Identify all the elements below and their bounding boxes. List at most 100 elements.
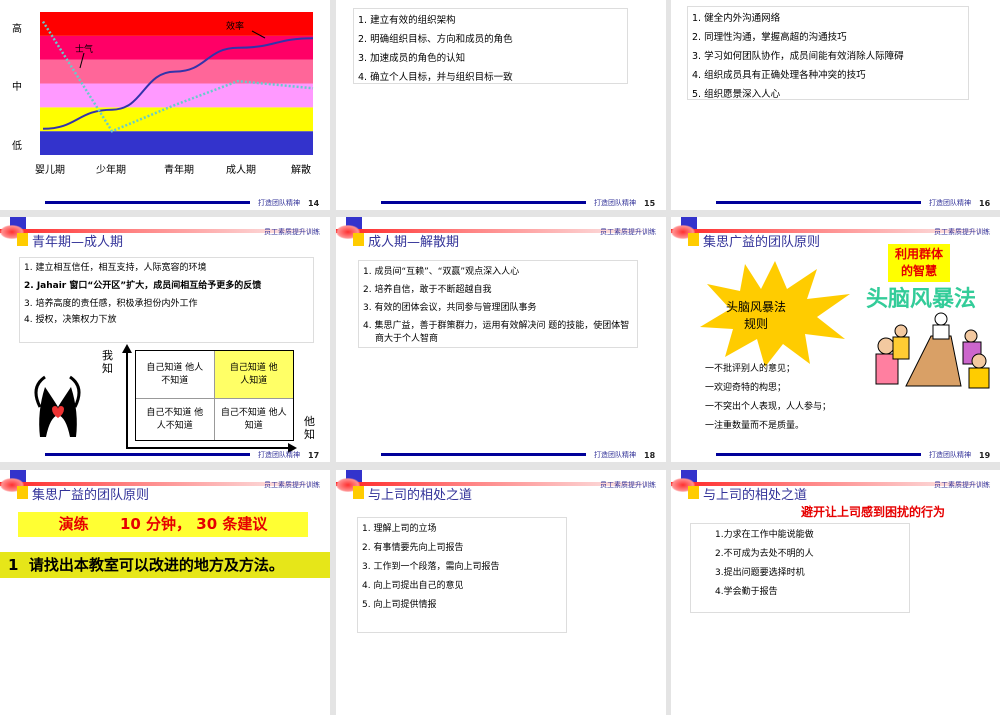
x-tick: 成人期 [226,165,256,176]
slide-20[interactable]: 集思广益的团队原则 员工素质提升训练 演练 10 分钟， 30 条建议 1 请找… [0,470,330,715]
slide-16[interactable]: 1. 健全内外沟通网络 2. 同理性沟通，掌握高超的沟通技巧 3. 学习如何团队… [671,0,1000,210]
header-decoration [353,486,364,499]
slide-number: 16 [979,199,991,208]
y-tick: 高 [12,24,22,35]
x-tick: 青年期 [164,165,194,176]
slide-15[interactable]: 1. 建立有效的组织架构 2. 明确组织目标、方向和成员的角色 3. 加速成员的… [336,0,666,210]
y-tick: 低 [12,141,22,152]
header-decoration [353,233,364,246]
footer-text: 打造团队精神 [594,451,636,459]
chart-band [40,131,313,155]
footer-line [45,453,250,456]
matrix-cell-highlight: 自己知道 他人知道 [214,351,293,399]
slide-19[interactable]: 集思广益的团队原则 员工素质提升训练 头脑风暴法 规则 利用群体 的智慧 头脑风… [671,217,1000,462]
footer-line [45,201,250,204]
header-caption: 员工素质提升训练 [934,481,990,489]
matrix-cell: 自己不知道 他人不知道 [136,399,215,440]
slide-18[interactable]: 成人期—解散期 员工素质提升训练 1. 成员间“互赖”、“双赢”观点深入人心 2… [336,217,666,462]
slide-title: 集思广益的团队原则 [703,235,821,250]
meeting-illustration-icon [875,312,990,389]
header-caption: 员工素质提升训练 [934,228,990,236]
footer-text: 打造团队精神 [929,451,971,459]
list-item: 2. 同理性沟通，掌握高超的沟通技巧 [692,32,847,43]
list-item: 3. 学习如何团队协作，成员间能有效消除人际障碍 [692,51,904,62]
list-item: 4. 集思广益，善于群策群力，运用有效解决问 题的技能，使团体智商大于个人智商 [363,321,630,344]
content-box: 1. 建立有效的组织架构 2. 明确组织目标、方向和成员的角色 3. 加速成员的… [353,8,628,84]
x-tick: 婴儿期 [35,165,65,176]
rule-item: 一不突出个人表现，人人参与； [705,402,832,412]
list-item: 5. 向上司提供情报 [362,600,437,610]
list-item: 1. 建立有效的组织架构 [358,15,456,26]
slide-title: 与上司的相处之道 [368,488,473,503]
johari-window: 自己知道 他人不知道 自己知道 他人知道 自己不知道 他人不知道 自己不知道 他… [135,350,294,441]
list-item: 2. 培养自信，敢于不断超越自我 [363,285,492,295]
series-label-morale: 士气 [75,45,94,55]
list-item: 4. 组织成员具有正确处理各种冲突的技巧 [692,70,866,81]
burst-text: 头脑风暴法 规则 [725,300,786,331]
list-item: 4. 向上司提出自己的意见 [362,581,464,591]
slide-21[interactable]: 与上司的相处之道 员工素质提升训练 1. 理解上司的立场 2. 有事情要先向上司… [336,470,666,715]
footer-text: 打造团队精神 [929,199,971,207]
slide-number: 15 [644,199,656,208]
chart-band [40,83,313,108]
drill-banner: 演练 10 分钟， 30 条建议 [18,512,308,537]
list-item: 4. 确立个人目标，并与组织目标一致 [358,72,513,83]
footer-line [381,453,586,456]
x-tick: 解散 [291,165,311,176]
list-item: 2. 明确组织目标、方向和成员的角色 [358,34,513,45]
slide-17[interactable]: 青年期—成人期 员工素质提升训练 1. 建立相互信任，相互支持，人际宽容的环境 … [0,217,330,462]
chart-band [40,107,313,132]
content-box: 1. 理解上司的立场 2. 有事情要先向上司报告 3. 工作到一个段落，需向上司… [357,517,567,633]
content-box: 1. 成员间“互赖”、“双赢”观点深入人心 2. 培养自信，敢于不断超越自我 3… [358,260,638,348]
slide-title: 集思广益的团队原则 [32,488,150,503]
header-caption: 员工素质提升训练 [264,481,320,489]
list-item: 1. 健全内外沟通网络 [692,13,781,24]
list-item: 3.提出问题要选择时机 [715,568,805,578]
list-item: 3. 工作到一个段落，需向上司报告 [362,562,500,572]
chart-band [40,12,313,36]
slide-title: 成人期—解散期 [368,235,460,250]
list-item: 2.不可成为去处不明的人 [715,549,814,559]
content-box: 1. 健全内外沟通网络 2. 同理性沟通，掌握高超的沟通技巧 3. 学习如何团队… [687,6,969,100]
matrix-cell: 自己不知道 他人知道 [220,408,287,431]
list-item: 5. 组织愿景深入人心 [692,89,781,100]
rule-item: 一注重数量而不是质量。 [705,421,805,431]
slide-number: 17 [308,451,320,460]
task-banner: 1 请找出本教室可以改进的地方及方法。 [0,552,330,578]
slide-number: 18 [644,451,656,460]
x-tick: 少年期 [96,165,126,176]
footer-line [716,453,921,456]
header-decoration [688,233,699,246]
footer-text: 打造团队精神 [258,199,300,207]
list-item: 3. 加速成员的角色的认知 [358,53,466,64]
yellow-label: 利用群体 的智慧 [888,244,950,282]
green-title: 头脑风暴法 [866,287,977,312]
slide-22[interactable]: 与上司的相处之道 员工素质提升训练 避开让上司感到困扰的行为 1.力求在工作中能… [671,470,1000,715]
footer-line [716,201,921,204]
list-item: 3. 有效的团体会议，共同参与管理团队事务 [363,303,537,313]
rule-item: 一不批评别人的意见； [705,364,796,374]
dancing-figures-icon [34,375,81,437]
slide-title: 与上司的相处之道 [703,488,808,503]
series-label-efficiency: 效率 [226,22,245,32]
slide-subtitle: 避开让上司感到困扰的行为 [801,505,946,519]
matrix-cell: 自己知道 他人不知道 [136,351,215,399]
slide-14[interactable]: 高 中 低 婴儿期 少年期 青年期 成人期 解散 效率 士气 打造团队精神 14 [0,0,330,210]
footer-text: 打造团队精神 [594,199,636,207]
rule-item: 一欢迎奇特的构思； [705,383,787,393]
list-item: 2. 有事情要先向上司报告 [362,543,464,553]
slide-number: 19 [979,451,991,460]
header-decoration [688,486,699,499]
y-tick: 中 [12,82,22,93]
lifecycle-chart [40,12,314,155]
rules-list: 一不批评别人的意见； 一欢迎奇特的构思； 一不突出个人表现，人人参与； 一注重数… [705,360,831,436]
list-item: 1. 成员间“互赖”、“双赢”观点深入人心 [363,267,520,277]
header-caption: 员工素质提升训练 [600,481,656,489]
header-decoration [17,486,28,499]
slide-number: 14 [308,199,320,208]
list-item: 1. 理解上司的立场 [362,524,437,534]
list-item: 1.力求在工作中能说能做 [715,530,814,540]
list-item: 4.学会勤于报告 [715,587,778,597]
footer-text: 打造团队精神 [258,451,300,459]
header-caption: 员工素质提升训练 [600,228,656,236]
